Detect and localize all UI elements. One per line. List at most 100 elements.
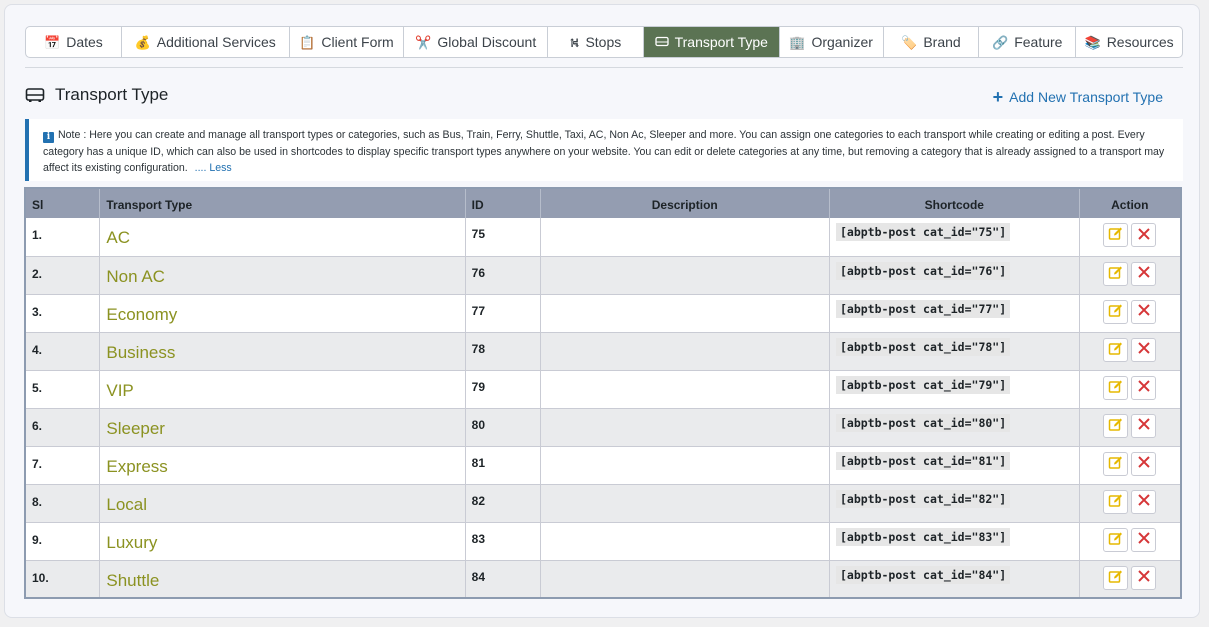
shortcode-text: [abptb-post cat_id="81"] bbox=[835, 451, 1011, 470]
edit-icon bbox=[1108, 341, 1123, 359]
edit-button[interactable] bbox=[1103, 337, 1129, 362]
row-id: 82 bbox=[465, 484, 541, 523]
row-description bbox=[540, 522, 830, 561]
close-icon bbox=[1137, 379, 1151, 396]
tab-label: Organizer bbox=[811, 34, 873, 50]
table-row: 1. AC 75 [abptb-post cat_id="75"] bbox=[25, 218, 1182, 257]
settings-tabs: 📅 Dates 💰 Additional Services 📋 Client Form ✂️… bbox=[25, 26, 1183, 58]
close-icon bbox=[1137, 569, 1151, 586]
shortcode-text: [abptb-post cat_id="78"] bbox=[835, 337, 1011, 356]
header-action: Action bbox=[1079, 188, 1182, 218]
header-sl: Sl bbox=[25, 188, 101, 218]
row-sl: 1. bbox=[25, 218, 101, 257]
delete-button[interactable] bbox=[1131, 223, 1157, 247]
shortcode-text: [abptb-post cat_id="76"] bbox=[835, 261, 1011, 280]
close-icon bbox=[1137, 417, 1151, 434]
close-icon bbox=[1137, 227, 1151, 244]
less-toggle-link[interactable]: .... Less bbox=[195, 162, 232, 174]
delete-button[interactable] bbox=[1131, 375, 1157, 400]
shortcode-text: [abptb-post cat_id="83"] bbox=[835, 527, 1011, 546]
close-icon bbox=[1137, 265, 1151, 282]
delete-button[interactable] bbox=[1131, 413, 1157, 438]
edit-button[interactable] bbox=[1103, 527, 1129, 552]
row-id: 78 bbox=[465, 332, 541, 371]
edit-icon bbox=[1108, 417, 1123, 435]
add-transport-type-button[interactable]: + Add New Transport Type bbox=[993, 88, 1163, 106]
row-sl: 2. bbox=[25, 256, 101, 295]
row-sl: 8. bbox=[25, 484, 101, 523]
note-box: i Note : Here you can create and manage a… bbox=[25, 119, 1183, 181]
row-sl: 3. bbox=[25, 294, 101, 333]
close-icon bbox=[1137, 303, 1151, 320]
row-actions bbox=[1079, 408, 1182, 447]
delete-button[interactable] bbox=[1131, 299, 1157, 324]
building-icon: 🏢 bbox=[789, 34, 806, 50]
tab-additional-services[interactable]: 💰 Additional Services bbox=[122, 27, 290, 57]
row-sl: 4. bbox=[25, 332, 101, 371]
edit-button[interactable] bbox=[1103, 223, 1129, 247]
section-heading: Transport Type bbox=[25, 85, 168, 105]
tab-feature[interactable]: 🔗 Feature bbox=[979, 27, 1077, 57]
delete-button[interactable] bbox=[1131, 565, 1157, 590]
clipboard-icon: 📋 bbox=[299, 34, 316, 50]
link-icon: 🔗 bbox=[992, 34, 1009, 50]
row-id: 80 bbox=[465, 408, 541, 447]
row-description bbox=[540, 256, 830, 295]
edit-button[interactable] bbox=[1103, 261, 1129, 286]
row-shortcode-cell: [abptb-post cat_id="82"] bbox=[829, 484, 1080, 523]
info-icon: i bbox=[43, 132, 54, 143]
edit-button[interactable] bbox=[1103, 489, 1129, 514]
row-shortcode-cell: [abptb-post cat_id="75"] bbox=[829, 218, 1080, 257]
edit-button[interactable] bbox=[1103, 299, 1129, 324]
delete-button[interactable] bbox=[1131, 261, 1157, 286]
row-shortcode-cell: [abptb-post cat_id="81"] bbox=[829, 446, 1080, 485]
shortcode-text: [abptb-post cat_id="82"] bbox=[835, 489, 1011, 508]
delete-button[interactable] bbox=[1131, 489, 1157, 514]
edit-icon bbox=[1108, 531, 1123, 549]
edit-button[interactable] bbox=[1103, 565, 1129, 590]
shortcode-text: [abptb-post cat_id="84"] bbox=[835, 565, 1011, 584]
row-actions bbox=[1079, 370, 1182, 409]
row-id: 83 bbox=[465, 522, 541, 561]
row-sl: 9. bbox=[25, 522, 101, 561]
row-shortcode-cell: [abptb-post cat_id="77"] bbox=[829, 294, 1080, 333]
delete-button[interactable] bbox=[1131, 527, 1157, 552]
tab-label: Client Form bbox=[321, 34, 394, 50]
tab-organizer[interactable]: 🏢 Organizer bbox=[780, 27, 884, 57]
row-actions bbox=[1079, 218, 1182, 257]
edit-icon bbox=[1108, 569, 1123, 587]
header-id: ID bbox=[465, 188, 541, 218]
row-shortcode-cell: [abptb-post cat_id="84"] bbox=[829, 560, 1080, 599]
row-shortcode-cell: [abptb-post cat_id="78"] bbox=[829, 332, 1080, 371]
tag-icon: 🏷️ bbox=[901, 34, 918, 50]
header-shortcode: Shortcode bbox=[829, 188, 1080, 218]
bus-icon bbox=[25, 87, 45, 103]
table-row: 5. VIP 79 [abptb-post cat_id="79"] bbox=[25, 370, 1182, 409]
divider bbox=[25, 67, 1183, 68]
edit-button[interactable] bbox=[1103, 375, 1129, 400]
delete-button[interactable] bbox=[1131, 451, 1157, 476]
edit-button[interactable] bbox=[1103, 413, 1129, 438]
tab-label: Dates bbox=[66, 34, 103, 50]
tab-dates[interactable]: 📅 Dates bbox=[26, 27, 122, 57]
delete-button[interactable] bbox=[1131, 337, 1157, 362]
tab-global-discount[interactable]: ✂️ Global Discount bbox=[404, 27, 549, 57]
tab-resources[interactable]: 📚 Resources bbox=[1076, 27, 1182, 57]
row-actions bbox=[1079, 446, 1182, 485]
row-actions bbox=[1079, 332, 1182, 371]
transport-type-name: Economy bbox=[99, 294, 466, 333]
edit-icon bbox=[1108, 265, 1123, 283]
tab-label: Transport Type bbox=[674, 34, 768, 50]
scissors-icon: ✂️ bbox=[415, 34, 432, 50]
table-row: 6. Sleeper 80 [abptb-post cat_id="80"] bbox=[25, 408, 1182, 447]
edit-button[interactable] bbox=[1103, 451, 1129, 476]
page-title: Transport Type bbox=[55, 85, 169, 104]
tab-label: Additional Services bbox=[156, 34, 276, 50]
tab-brand[interactable]: 🏷️ Brand bbox=[884, 27, 980, 57]
tab-stops[interactable]: ⛕ Stops bbox=[548, 27, 644, 57]
table-header-row: Sl Transport Type ID Description Shortco… bbox=[25, 188, 1182, 218]
tab-label: Resources bbox=[1106, 34, 1174, 50]
tab-transport-type[interactable]: Transport Type bbox=[643, 27, 780, 57]
tab-client-form[interactable]: 📋 Client Form bbox=[290, 27, 405, 57]
table-row: 8. Local 82 [abptb-post cat_id="82"] bbox=[25, 484, 1182, 523]
